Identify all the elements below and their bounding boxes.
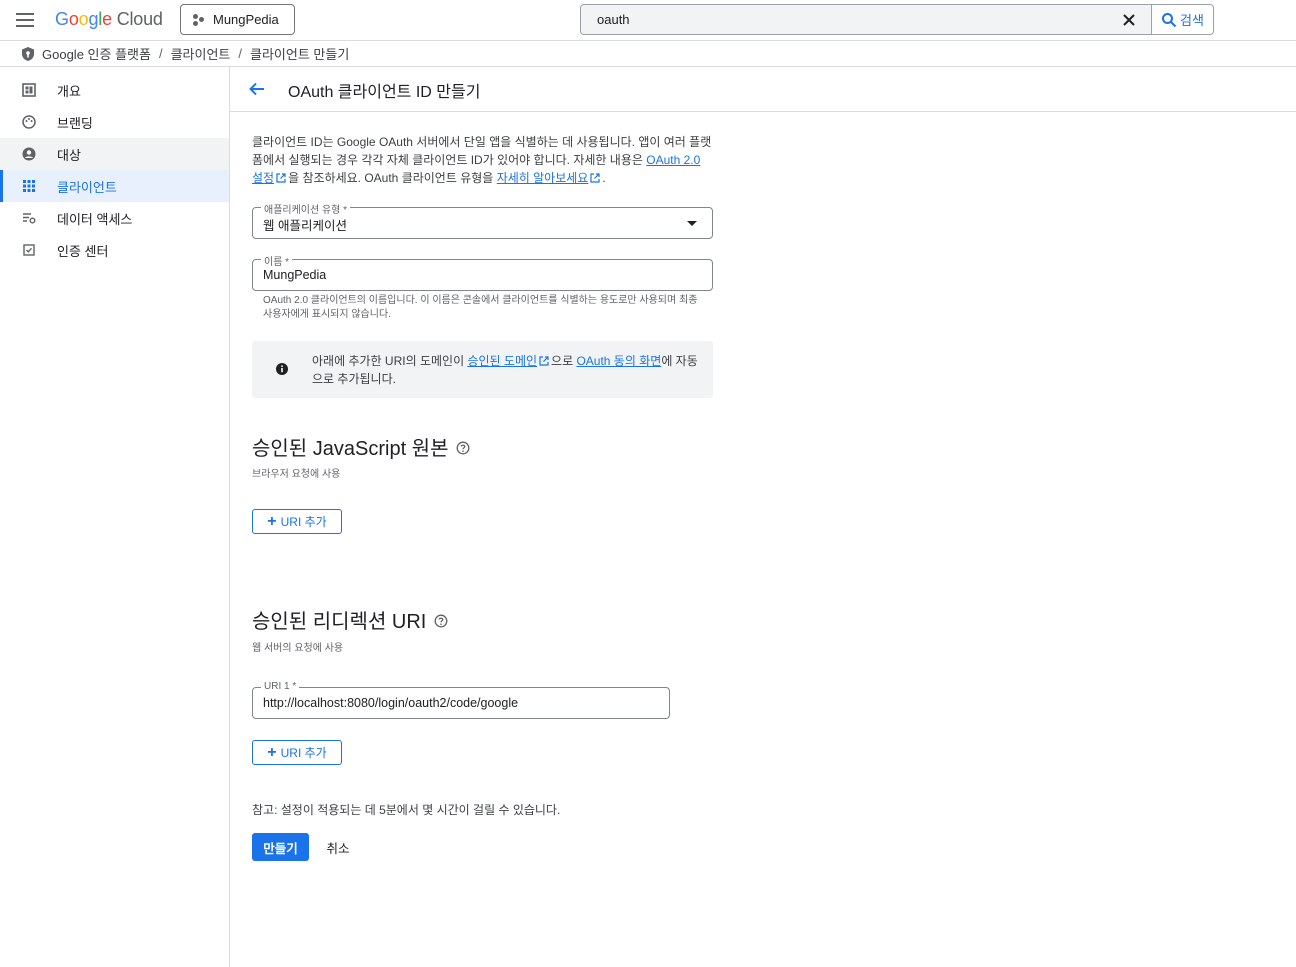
breadcrumb: Google 인증 플랫폼 / 클라이언트 / 클라이언트 만들기: [0, 41, 1296, 67]
intro-text: 클라이언트 ID는 Google OAuth 서버에서 단일 앱을 식별하는 데…: [252, 133, 714, 187]
js-origins-title: 승인된 JavaScript 원본: [252, 432, 470, 461]
search-icon: [1162, 12, 1177, 27]
js-origins-subtitle: 브라우저 요청에 사용: [252, 469, 341, 480]
apps-grid-icon: [23, 180, 35, 192]
google-cloud-logo[interactable]: Google Cloud: [55, 9, 163, 30]
shield-icon: [22, 46, 34, 61]
sidebar-item-verification-center[interactable]: 인증 센터: [0, 234, 229, 266]
plus-icon: +: [267, 743, 277, 761]
data-settings-icon: [23, 213, 36, 224]
dashboard-icon: [22, 83, 36, 97]
help-icon[interactable]: [434, 614, 448, 628]
redirect-uris-title-text: 승인된 리디렉션 URI: [252, 611, 427, 633]
info-banner-text: 아래에 추가한 URI의 도메인이 승인된 도메인 으로 OAuth 동의 화면에…: [312, 352, 704, 388]
add-js-origin-uri-button[interactable]: + URI 추가: [252, 509, 342, 534]
external-link-icon: [276, 173, 286, 183]
intro-text-end: .: [602, 171, 606, 185]
create-button[interactable]: 만들기: [252, 833, 309, 861]
page-header: OAuth 클라이언트 ID 만들기: [230, 67, 1296, 112]
help-icon[interactable]: [456, 441, 470, 455]
add-uri-label: URI 추가: [280, 746, 327, 760]
application-type-value: 웹 애플리케이션: [263, 219, 347, 233]
search-button-label: 검색: [1180, 13, 1204, 28]
redirect-uri-1-field: URI 1 *: [252, 681, 670, 719]
sidebar-item-label: 개요: [57, 83, 81, 99]
sidebar-item-label: 인증 센터: [57, 243, 109, 259]
name-field-hint: OAuth 2.0 클라이언트의 이름입니다. 이 이름은 콘솔에서 클라이언트…: [263, 295, 698, 320]
close-icon[interactable]: [1119, 10, 1139, 30]
add-redirect-uri-button[interactable]: + URI 추가: [252, 740, 342, 765]
breadcrumb-separator: /: [238, 46, 243, 61]
breadcrumb-clients[interactable]: 클라이언트: [171, 44, 231, 63]
project-name: MungPedia: [213, 12, 279, 27]
sidebar: 개요 브랜딩 대상 클라이언트 데이터 액세스 인증 센터: [0, 67, 230, 967]
plus-icon: +: [267, 512, 277, 530]
verified-check-icon: [23, 244, 35, 256]
external-link-icon: [590, 173, 600, 183]
sidebar-item-label: 브랜딩: [57, 115, 93, 131]
sidebar-item-overview[interactable]: 개요: [0, 74, 229, 106]
add-uri-label: URI 추가: [280, 515, 327, 529]
application-type-label: 애플리케이션 유형 *: [261, 201, 351, 216]
redirect-uri-1-label: URI 1 *: [261, 681, 300, 692]
info-icon: [276, 363, 288, 375]
info-text-middle: 으로: [551, 354, 577, 368]
search-button[interactable]: 검색: [1151, 5, 1213, 34]
project-picker-button[interactable]: MungPedia: [180, 4, 295, 35]
info-banner: 아래에 추가한 URI의 도메인이 승인된 도메인 으로 OAuth 동의 화면에…: [252, 341, 713, 398]
sidebar-item-clients[interactable]: 클라이언트: [0, 170, 229, 202]
redirect-uris-title: 승인된 리디렉션 URI: [252, 605, 448, 634]
back-arrow-icon[interactable]: [247, 79, 267, 99]
search-input[interactable]: [581, 5, 1121, 34]
redirect-uris-subtitle: 웹 서버의 요청에 사용: [252, 643, 344, 654]
search-bar: 검색: [580, 4, 1214, 35]
authorized-domains-link[interactable]: 승인된 도메인: [467, 354, 537, 368]
application-type-select[interactable]: 애플리케이션 유형 * 웹 애플리케이션: [252, 201, 713, 239]
sidebar-item-label: 대상: [57, 147, 81, 163]
oauth-consent-screen-link[interactable]: OAuth 동의 화면: [576, 354, 661, 368]
dropdown-arrow-icon: [687, 221, 697, 226]
sidebar-item-label: 클라이언트: [57, 179, 117, 195]
page-title: OAuth 클라이언트 ID 만들기: [288, 84, 481, 101]
info-text-start: 아래에 추가한 URI의 도메인이: [312, 354, 468, 368]
account-circle-icon: [22, 147, 36, 161]
breadcrumb-auth-platform[interactable]: Google 인증 플랫폼: [42, 44, 151, 63]
sidebar-item-audience[interactable]: 대상: [0, 138, 229, 170]
settings-note: 참고: 설정이 적용되는 데 5분에서 몇 시간이 걸릴 수 있습니다.: [252, 803, 561, 817]
cancel-button[interactable]: 취소: [318, 833, 358, 861]
hamburger-menu-icon[interactable]: [12, 8, 38, 32]
breadcrumb-create-client: 클라이언트 만들기: [250, 47, 350, 62]
sidebar-item-label: 데이터 액세스: [57, 211, 133, 227]
intro-text-middle: 을 참조하세요. OAuth 클라이언트 유형을: [288, 171, 497, 185]
project-icon: [193, 13, 205, 26]
name-input[interactable]: [253, 260, 712, 290]
js-origins-title-text: 승인된 JavaScript 원본: [252, 438, 449, 460]
external-link-icon: [539, 356, 549, 366]
palette-icon: [22, 115, 36, 129]
sidebar-item-data-access[interactable]: 데이터 액세스: [0, 202, 229, 234]
learn-more-link[interactable]: 자세히 알아보세요: [497, 171, 589, 185]
name-field: 이름 *: [252, 253, 713, 291]
breadcrumb-separator: /: [158, 46, 163, 61]
top-app-bar: Google Cloud MungPedia 검색: [0, 0, 1296, 41]
redirect-uri-1-input[interactable]: [253, 688, 669, 718]
intro-text-start: 클라이언트 ID는 Google OAuth 서버에서 단일 앱을 식별하는 데…: [252, 135, 712, 167]
sidebar-item-branding[interactable]: 브랜딩: [0, 106, 229, 138]
name-field-label: 이름 *: [261, 253, 293, 268]
